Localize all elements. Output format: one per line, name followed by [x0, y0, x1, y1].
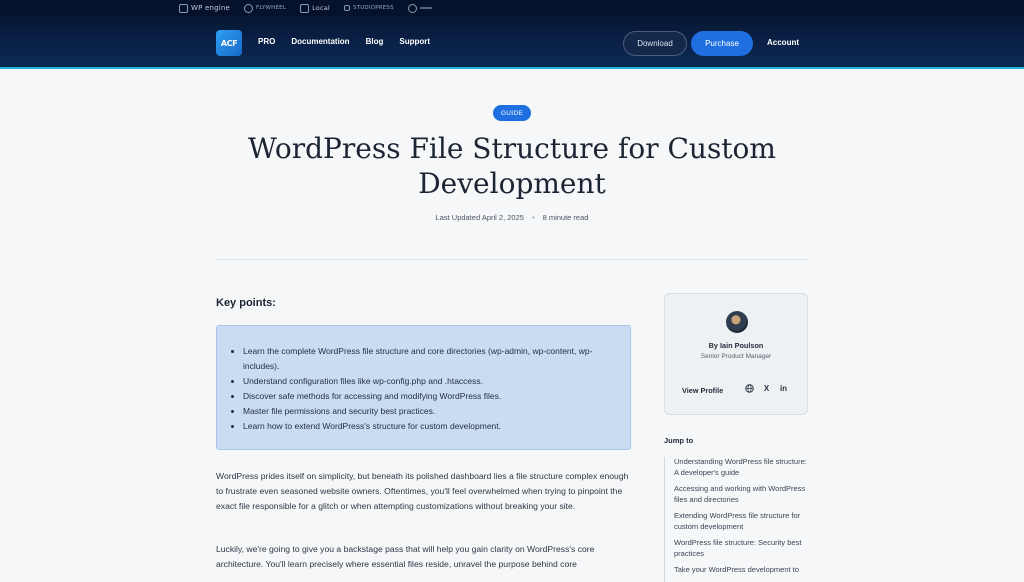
key-point: Master file permissions and security bes… [243, 404, 612, 419]
header-divider [216, 259, 808, 260]
brand-wordmark [419, 7, 432, 9]
jump-link[interactable]: WordPress file structure: Security best … [674, 538, 812, 559]
flywheel-icon [244, 3, 254, 13]
brand-local-label: Local [312, 4, 330, 12]
x-icon[interactable]: X [762, 384, 771, 393]
nav-link-documentation[interactable]: Documentation [291, 37, 349, 46]
author-social-icons: X in [745, 384, 788, 393]
jump-link[interactable]: Extending WordPress file structure for c… [674, 511, 812, 532]
key-point: Discover safe methods for accessing and … [243, 389, 612, 404]
brand-wpengine-label: WP engine [191, 4, 231, 12]
nav-link-support[interactable]: Support [399, 37, 430, 46]
wpengine-icon [179, 3, 188, 13]
jump-to-heading: Jump to [664, 436, 694, 445]
read-time: 8 minute read [542, 213, 589, 222]
brand-flywheel[interactable]: FLYWHEEL [244, 3, 287, 13]
brand-icon [407, 3, 417, 13]
author-card: By Iain Poulson Senior Product Manager V… [664, 293, 808, 415]
brand-studiopress-label: STUDIOPRESS [352, 5, 394, 11]
author-name: By Iain Poulson [708, 341, 764, 350]
account-link[interactable]: Account [767, 38, 799, 47]
local-icon [300, 3, 310, 13]
nav-links: PRO Documentation Blog Support [258, 37, 430, 46]
brand-wpengine[interactable]: WP engine [179, 3, 231, 13]
last-updated: Last Updated April 2, 2025 [435, 213, 524, 222]
second-paragraph: Luckily, we're going to give you a backs… [216, 544, 595, 569]
nav-link-pro[interactable]: PRO [258, 37, 275, 46]
brand-flywheel-label: FLYWHEEL [256, 5, 287, 11]
guide-badge[interactable]: GUIDE [493, 105, 531, 121]
author-role: Senior Product Manager [700, 353, 772, 360]
key-point: Learn the complete WordPress file struct… [243, 344, 612, 374]
jump-to-list: Understanding WordPress file structure: … [664, 457, 812, 582]
globe-icon[interactable] [745, 384, 754, 393]
jump-link[interactable]: Understanding WordPress file structure: … [674, 457, 812, 478]
key-points-heading: Key points: [216, 297, 276, 309]
studiopress-icon [343, 5, 350, 11]
article-meta: Last Updated April 2, 2025 • 8 minute re… [400, 213, 624, 222]
view-profile-link[interactable]: View Profile [682, 386, 723, 395]
linkedin-icon[interactable]: in [779, 384, 788, 393]
key-points-box: Learn the complete WordPress file struct… [216, 325, 631, 450]
main-nav: ACF PRO Documentation Blog Support Downl… [0, 16, 1024, 69]
key-point: Learn how to extend WordPress's structur… [243, 419, 612, 434]
jump-link[interactable]: Take your WordPress development to [674, 565, 812, 576]
download-button[interactable]: Download [623, 31, 687, 56]
purchase-button[interactable]: Purchase [691, 31, 753, 56]
nav-link-blog[interactable]: Blog [366, 37, 384, 46]
intro-paragraph: WordPress prides itself on simplicity, b… [216, 471, 629, 511]
key-point: Understand configuration files like wp-c… [243, 374, 612, 389]
brand-strip: WP engine FLYWHEEL Local STUDIOPRESS [0, 0, 1024, 16]
meta-separator: • [531, 213, 535, 222]
acf-logo[interactable]: ACF [216, 30, 242, 56]
brand-other[interactable] [407, 3, 432, 13]
key-points-list: Learn the complete WordPress file struct… [243, 344, 612, 434]
jump-link[interactable]: Accessing and working with WordPress fil… [674, 484, 812, 505]
brand-studiopress[interactable]: STUDIOPRESS [343, 5, 394, 11]
page-title: WordPress File Structure for Custom Deve… [248, 132, 776, 200]
avatar [726, 311, 748, 333]
brand-local[interactable]: Local [300, 3, 330, 13]
